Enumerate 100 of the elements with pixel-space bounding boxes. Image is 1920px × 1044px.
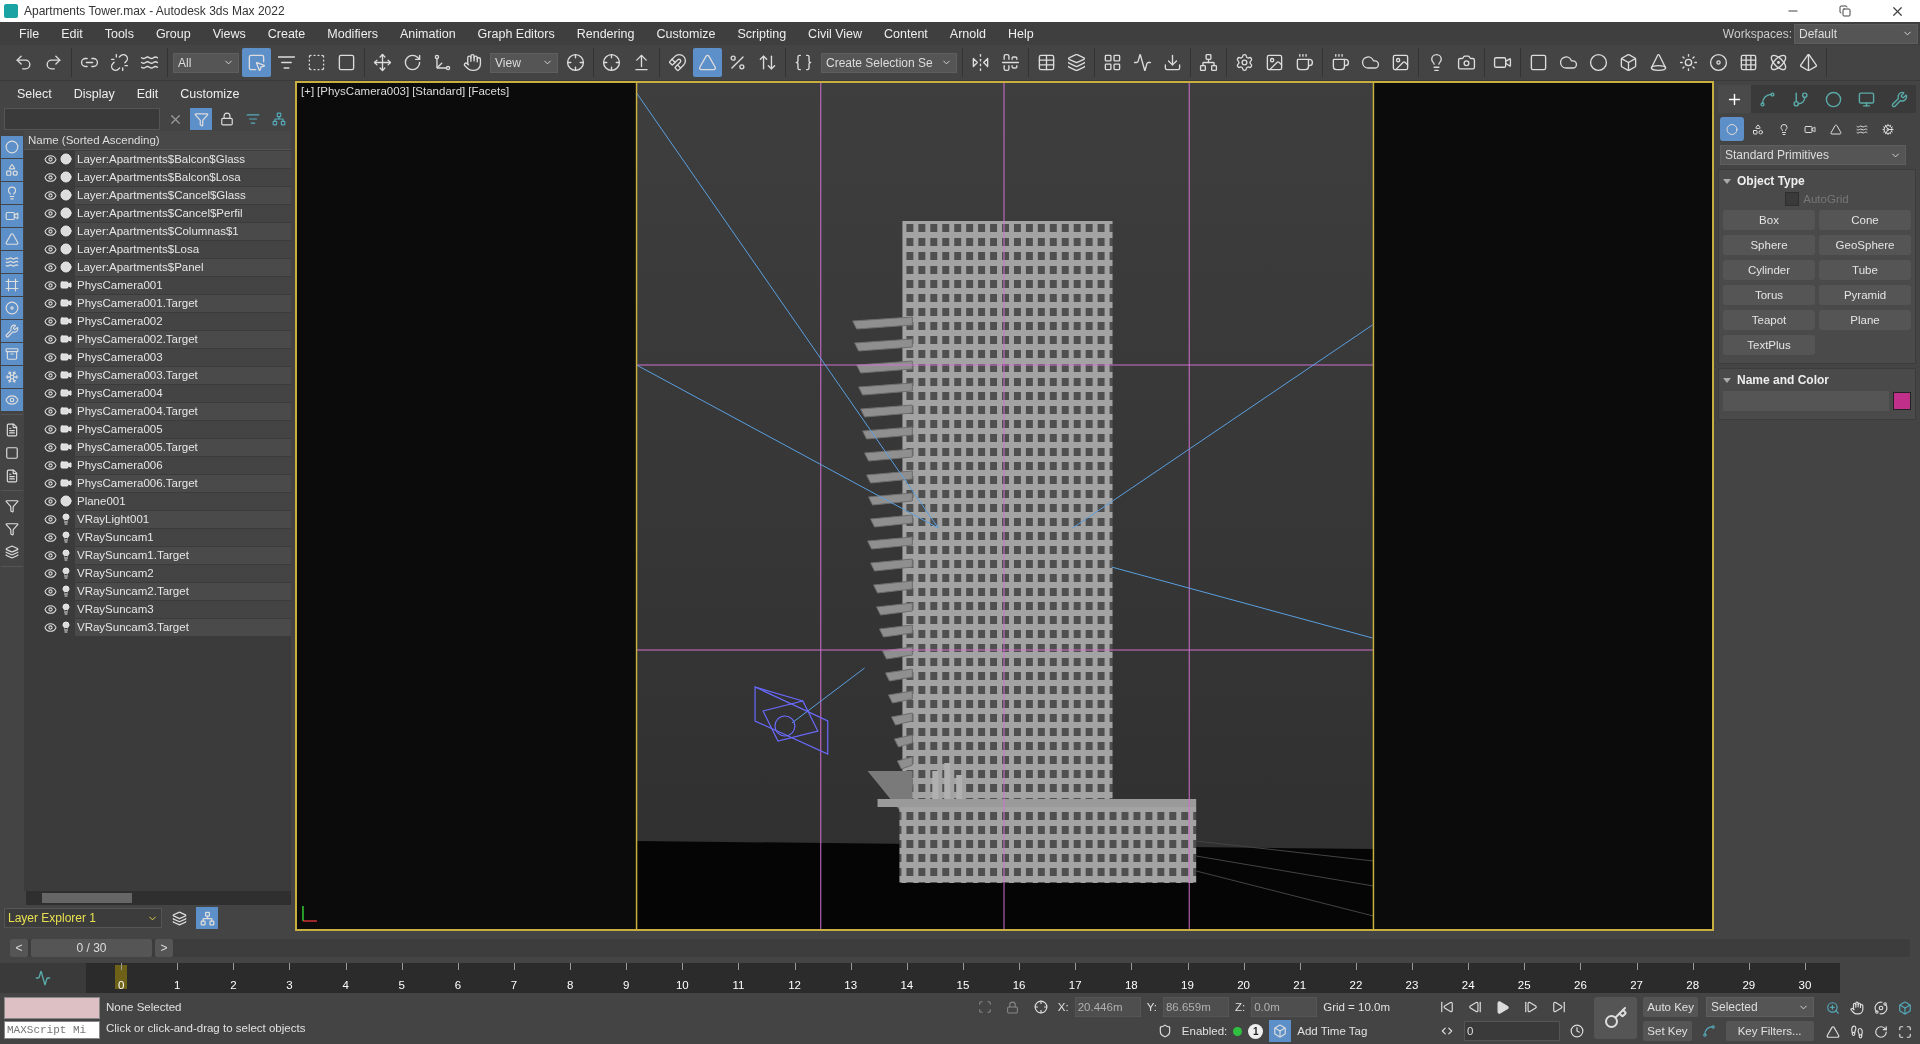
menu-item[interactable]: Customize <box>169 82 251 106</box>
maxscript-field[interactable]: MAXScript Mi <box>4 1021 100 1039</box>
object-name[interactable]: VRaySuncam1 <box>75 528 291 546</box>
object-name[interactable]: Layer:Apartments$Cancel$Perfil <box>75 204 291 222</box>
primitive-button[interactable]: Cone <box>1819 210 1911 230</box>
object-name[interactable]: PhysCamera002.Target <box>75 330 291 348</box>
toolbar-dropdown[interactable]: All <box>173 52 239 73</box>
menu-item[interactable]: Create <box>256 22 317 45</box>
key-mode-dropdown[interactable]: Selected <box>1706 997 1814 1017</box>
time-ruler[interactable]: 0 1 2 3 4 5 6 7 8 9 10 11 12 13 14 15 16 17 18 19 20 21 22 23 24 25 26 27 28 29 30 <box>86 963 1840 993</box>
set-key-toggle[interactable]: Set Key <box>1643 1021 1692 1041</box>
object-name[interactable]: VRaySuncam1.Target <box>75 546 291 564</box>
next-frame-button[interactable]: > <box>155 939 173 957</box>
object-name[interactable]: Layer:Apartments$Panel <box>75 258 291 276</box>
object-name[interactable]: PhysCamera004.Target <box>75 402 291 420</box>
object-name[interactable]: Layer:Apartments$Balcon$Losa <box>75 168 291 186</box>
primitive-button[interactable]: Teapot <box>1723 310 1815 330</box>
key-filters-button[interactable]: Key Filters... <box>1725 1021 1814 1041</box>
menu-item[interactable]: Customize <box>645 22 727 45</box>
primitive-button[interactable]: GeoSphere <box>1819 235 1911 255</box>
object-name[interactable]: PhysCamera003.Target <box>75 366 291 384</box>
frame-number: 1 <box>174 979 181 991</box>
frame-number: 20 <box>1237 979 1250 991</box>
primitive-button[interactable]: Tube <box>1819 260 1911 280</box>
frame-number: 14 <box>900 979 914 991</box>
category-dropdown[interactable]: Standard Primitives <box>1720 145 1906 165</box>
object-name[interactable]: PhysCamera002 <box>75 312 291 330</box>
menu-item[interactable]: Arnold <box>938 22 997 45</box>
object-name[interactable]: PhysCamera005 <box>75 420 291 438</box>
menu-item[interactable]: Animation <box>389 22 467 45</box>
primitive-button[interactable]: Sphere <box>1723 235 1815 255</box>
object-name[interactable]: VRaySuncam3 <box>75 600 291 618</box>
menu-item[interactable]: Civil View <box>797 22 874 45</box>
primitive-button[interactable]: Box <box>1723 210 1815 230</box>
menu-item[interactable]: Tools <box>93 22 145 45</box>
object-name[interactable]: Layer:Apartments$Columnas$1 <box>75 222 291 240</box>
object-name[interactable]: PhysCamera001 <box>75 276 291 294</box>
frame-number: 9 <box>623 979 630 991</box>
previous-frame-button[interactable]: < <box>10 939 28 957</box>
object-name[interactable]: Layer:Apartments$Cancel$Glass <box>75 186 291 204</box>
frame-number: 5 <box>398 979 405 991</box>
object-name[interactable]: VRaySuncam3.Target <box>75 618 291 636</box>
enabled-label: Enabled: <box>1181 1025 1228 1037</box>
coordinate-field[interactable]: 0.0m <box>1251 997 1318 1017</box>
frame-number: 26 <box>1574 979 1587 991</box>
menu-item[interactable]: Content <box>873 22 939 45</box>
primitive-button[interactable]: Torus <box>1723 285 1815 305</box>
add-time-tag-link[interactable]: Add Time Tag <box>1297 1025 1368 1037</box>
rollout-header[interactable]: Object Type <box>1723 174 1911 188</box>
workspaces-dropdown[interactable]: Default <box>1794 23 1918 44</box>
menu-item[interactable]: Select <box>6 82 63 106</box>
toolbar-dropdown[interactable]: View <box>490 52 558 73</box>
menu-item[interactable]: Rendering <box>565 22 646 45</box>
menu-item[interactable]: Edit <box>50 22 94 45</box>
column-header[interactable]: Name (Sorted Ascending) <box>24 131 291 150</box>
object-name[interactable]: Layer:Apartments$Balcon$Glass <box>75 150 291 168</box>
coordinate-field[interactable]: 20.446m <box>1074 997 1141 1017</box>
auto-key-button[interactable]: Auto Key <box>1643 997 1698 1017</box>
frame-number: 4 <box>342 979 349 991</box>
viewport-label[interactable]: [Facets] <box>468 85 510 97</box>
viewport-label[interactable]: [Standard] <box>412 85 466 97</box>
window-title: Apartments Tower.max - Autodesk 3ds Max 2022 <box>24 4 286 18</box>
frame-number: 21 <box>1293 979 1307 991</box>
object-name[interactable]: Plane001 <box>75 492 291 510</box>
frame-number: 23 <box>1405 979 1419 991</box>
object-name[interactable]: PhysCamera001.Target <box>75 294 291 312</box>
object-name[interactable]: PhysCamera003 <box>75 348 291 366</box>
frame-number: 16 <box>1012 979 1026 991</box>
menu-item[interactable]: Edit <box>125 82 170 106</box>
object-name[interactable]: VRaySuncam2.Target <box>75 582 291 600</box>
menu-item[interactable]: Views <box>201 22 257 45</box>
frame-field[interactable]: 0 <box>1464 1021 1560 1041</box>
menu-item[interactable]: Help <box>997 22 1045 45</box>
toolbar-dropdown[interactable]: Create Selection Se <box>821 52 957 73</box>
axis-label: Y: <box>1146 1001 1157 1013</box>
object-name[interactable]: PhysCamera005.Target <box>75 438 291 456</box>
menu-item[interactable]: Graph Editors <box>466 22 566 45</box>
explorer-dropdown[interactable]: Layer Explorer 1 <box>4 908 162 928</box>
primitive-button[interactable]: Cylinder <box>1723 260 1815 280</box>
object-name[interactable]: PhysCamera006 <box>75 456 291 474</box>
primitive-button[interactable]: TextPlus <box>1723 335 1815 355</box>
frame-number: 18 <box>1125 979 1138 991</box>
viewport-label[interactable]: [+] <box>301 85 315 97</box>
object-name[interactable]: Layer:Apartments$Losa <box>75 240 291 258</box>
object-name[interactable]: VRaySuncam2 <box>75 564 291 582</box>
object-name[interactable]: PhysCamera006.Target <box>75 474 291 492</box>
menu-item[interactable]: Scripting <box>726 22 798 45</box>
object-name[interactable]: VRayLight001 <box>75 510 291 528</box>
frame-number: 22 <box>1349 979 1363 991</box>
menu-item[interactable]: File <box>8 22 51 45</box>
menu-item[interactable]: Modifiers <box>316 22 389 45</box>
object-name[interactable]: PhysCamera004 <box>75 384 291 402</box>
time-slider-track[interactable]: < 0 / 30 > <box>10 939 1910 957</box>
viewport-label[interactable]: [PhysCamera003] <box>317 85 410 97</box>
frame-number: 27 <box>1630 979 1643 991</box>
menu-item[interactable]: Group <box>144 22 202 45</box>
primitive-button[interactable]: Plane <box>1819 310 1911 330</box>
menu-item[interactable]: Display <box>62 82 126 106</box>
primitive-button[interactable]: Pyramid <box>1819 285 1911 305</box>
coordinate-field[interactable]: 86.659m <box>1162 997 1229 1017</box>
